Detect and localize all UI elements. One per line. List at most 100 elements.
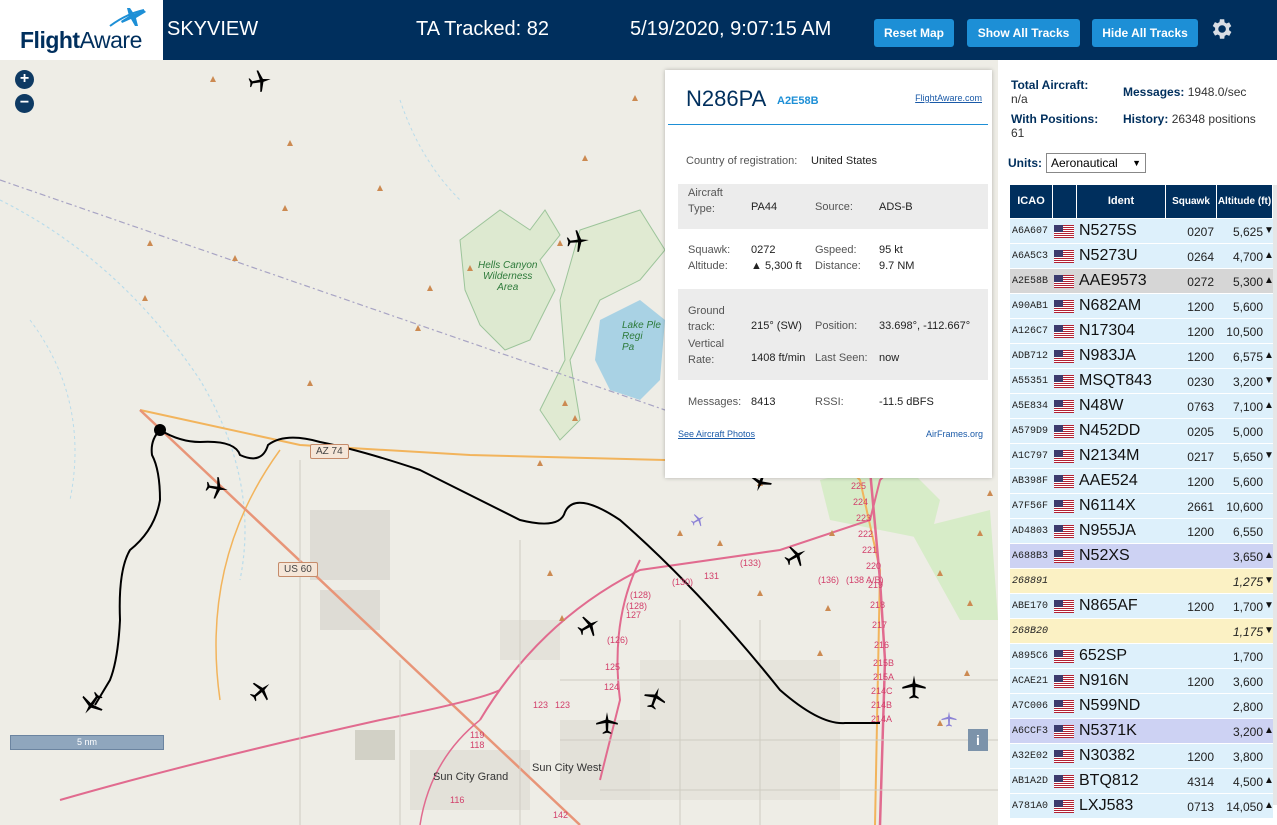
ident-cell: AAE9573 xyxy=(1079,272,1147,289)
app-title: SKYVIEW xyxy=(167,18,259,40)
table-row[interactable]: AB1A2D BTQ812 4314 4,500 ▲ xyxy=(1010,769,1274,794)
table-row[interactable]: A90AB1 N682AM 1200 5,600 xyxy=(1010,294,1273,319)
aircraft-marker-icon[interactable] xyxy=(783,543,809,569)
aircraft-marker-icon[interactable] xyxy=(247,68,273,94)
reset-map-button[interactable]: Reset Map xyxy=(874,19,954,47)
aircraft-marker-icon[interactable] xyxy=(248,678,274,704)
ident-cell: N452DD xyxy=(1079,422,1141,439)
ta-tracked-count: TA Tracked: 82 xyxy=(416,18,550,40)
aircraft-marker-icon[interactable] xyxy=(565,228,591,254)
ident-cell: AAE524 xyxy=(1079,472,1138,489)
squawk-cell: 0264 xyxy=(1187,250,1214,264)
hells-canyon-label: Hells Canyon Wilderness Area xyxy=(478,260,538,293)
table-row[interactable]: A7F56F N6114X 2661 10,600 xyxy=(1010,494,1273,519)
table-row[interactable]: A2E58B AAE9573 0272 5,300 ▲ xyxy=(1010,269,1274,294)
column-header-ident[interactable]: Ident xyxy=(1077,185,1165,218)
icao-cell: ABE170 xyxy=(1012,601,1049,612)
table-row[interactable]: A6A5C3 N5273U 0264 4,700 ▲ xyxy=(1010,244,1274,269)
table-row[interactable]: ACAE21 N916N 1200 3,600 xyxy=(1010,669,1273,694)
with-positions-label: With Positions: xyxy=(1011,112,1099,126)
us-flag-icon xyxy=(1054,775,1074,788)
table-row[interactable]: A6CCF3 N5371K 3,200 ▲ xyxy=(1010,719,1274,744)
units-value: Aeronautical xyxy=(1051,156,1118,170)
info-button[interactable]: i xyxy=(968,729,988,751)
hide-all-tracks-button[interactable]: Hide All Tracks xyxy=(1092,19,1198,47)
position-label: Position: xyxy=(815,320,858,332)
country-row: Country of registration: United States xyxy=(678,155,988,171)
units-select[interactable]: Aeronautical ▼ xyxy=(1046,153,1146,173)
aircraft-marker-icon[interactable] xyxy=(594,710,620,736)
zoom-in-button[interactable]: + xyxy=(15,70,34,89)
aircraft-marker-icon[interactable] xyxy=(204,475,230,501)
altitude-cell: 3,600 xyxy=(1232,675,1263,689)
table-row[interactable]: A7C006 N599ND 2,800 xyxy=(1010,694,1273,719)
table-row[interactable]: 268891 1,275 ▼ xyxy=(1010,569,1274,594)
table-row[interactable]: AB398F AAE524 1200 5,600 xyxy=(1010,469,1273,494)
with-positions-value: 61 xyxy=(1011,126,1025,140)
altitude-cell: 5,000 xyxy=(1232,425,1263,439)
us-flag-icon xyxy=(1054,500,1074,513)
column-header-flag[interactable] xyxy=(1053,185,1076,218)
table-row[interactable]: A579D9 N452DD 0205 5,000 xyxy=(1010,419,1273,444)
road-number-label: 215A xyxy=(873,672,895,682)
table-row[interactable]: AD4803 N955JA 1200 6,550 xyxy=(1010,519,1273,544)
flightaware-logo[interactable]: FlightAware xyxy=(0,0,163,60)
zoom-out-button[interactable]: − xyxy=(15,94,34,113)
table-row[interactable]: A6A607 N5275S 0207 5,625 ▼ xyxy=(1010,219,1274,244)
table-row[interactable]: 268B20 1,175 ▼ xyxy=(1010,619,1274,644)
aircraft-marker-icon[interactable] xyxy=(642,685,668,711)
icao-cell: ACAE21 xyxy=(1012,676,1049,687)
table-row[interactable]: A126C7 N17304 1200 10,500 xyxy=(1010,319,1273,344)
aircraft-marker-icon[interactable] xyxy=(900,673,928,701)
table-row[interactable]: A895C6 652SP 1,700 xyxy=(1010,644,1273,669)
us-flag-icon xyxy=(1054,400,1074,413)
distance-value: 9.7 NM xyxy=(879,260,915,272)
table-row[interactable]: ADB712 N983JA 1200 6,575 ▲ xyxy=(1010,344,1274,369)
altitude-cell: 14,050 xyxy=(1226,800,1263,814)
ident-cell: N682AM xyxy=(1079,297,1142,314)
flightaware-link[interactable]: FlightAware.com xyxy=(915,93,982,103)
show-all-tracks-button[interactable]: Show All Tracks xyxy=(967,19,1080,47)
icao-cell: A5E834 xyxy=(1012,401,1049,412)
altitude-cell: 6,575 xyxy=(1232,350,1263,364)
history-stat: History: 26348 positions xyxy=(1123,112,1273,126)
road-number-label: 218 xyxy=(870,600,886,610)
column-header-squawk[interactable]: Squawk xyxy=(1166,185,1216,218)
aircraft-photos-link[interactable]: See Aircraft Photos xyxy=(678,429,755,439)
road-number-label: 116 xyxy=(450,795,465,805)
icao-cell: 268891 xyxy=(1012,576,1049,587)
road-number-label: 223 xyxy=(856,513,872,523)
track-position-row: Ground track: 215° (SW) Position: 33.698… xyxy=(678,289,988,380)
us-flag-icon xyxy=(1054,475,1074,488)
table-row[interactable]: A1C797 N2134M 0217 5,650 ▼ xyxy=(1010,444,1274,469)
road-number-label: 118 xyxy=(470,740,485,750)
vertical-rate-label: Vertical Rate: xyxy=(688,338,725,366)
table-row[interactable]: A781A0 LXJ583 0713 14,050 ▲ xyxy=(1010,794,1274,819)
table-row[interactable]: A688B3 N52XS 3,650 ▲ xyxy=(1010,544,1274,569)
altitude-cell: 4,700 xyxy=(1232,250,1263,264)
source-value: ADS-B xyxy=(879,201,913,213)
table-row[interactable]: A55351 MSQT843 0230 3,200 ▼ xyxy=(1010,369,1274,394)
current-datetime: 5/19/2020, 9:07:15 AM xyxy=(630,18,832,40)
ident-cell: N30382 xyxy=(1079,747,1136,764)
messages-value: 8413 xyxy=(751,396,776,408)
road-number-label: 224 xyxy=(853,497,869,507)
us-flag-icon xyxy=(1054,675,1074,688)
table-row[interactable]: A5E834 N48W 0763 7,100 ▲ xyxy=(1010,394,1274,419)
road-number-label: 217 xyxy=(872,620,888,630)
ident-cell: N48W xyxy=(1079,397,1124,414)
icao-cell: AB398F xyxy=(1012,476,1049,487)
squawk-cell: 0763 xyxy=(1187,400,1214,414)
airframes-link[interactable]: AirFrames.org xyxy=(926,429,983,439)
table-row[interactable]: A32E02 N30382 1200 3,800 xyxy=(1010,744,1273,769)
column-header-altitude[interactable]: Altitude (ft) xyxy=(1217,185,1272,218)
table-row[interactable]: ABE170 N865AF 1200 1,700 ▼ xyxy=(1010,594,1274,619)
aircraft-marker-icon[interactable] xyxy=(576,613,602,639)
squawk-label: Squawk: xyxy=(688,244,731,256)
column-header-icao[interactable]: ICAO xyxy=(1010,185,1052,218)
aircraft-marker-icon[interactable] xyxy=(78,690,106,718)
scrollbar[interactable] xyxy=(1273,185,1277,805)
road-number-label: 214B xyxy=(871,700,893,710)
gear-icon[interactable] xyxy=(1208,16,1234,42)
us-flag-icon xyxy=(1054,650,1074,663)
